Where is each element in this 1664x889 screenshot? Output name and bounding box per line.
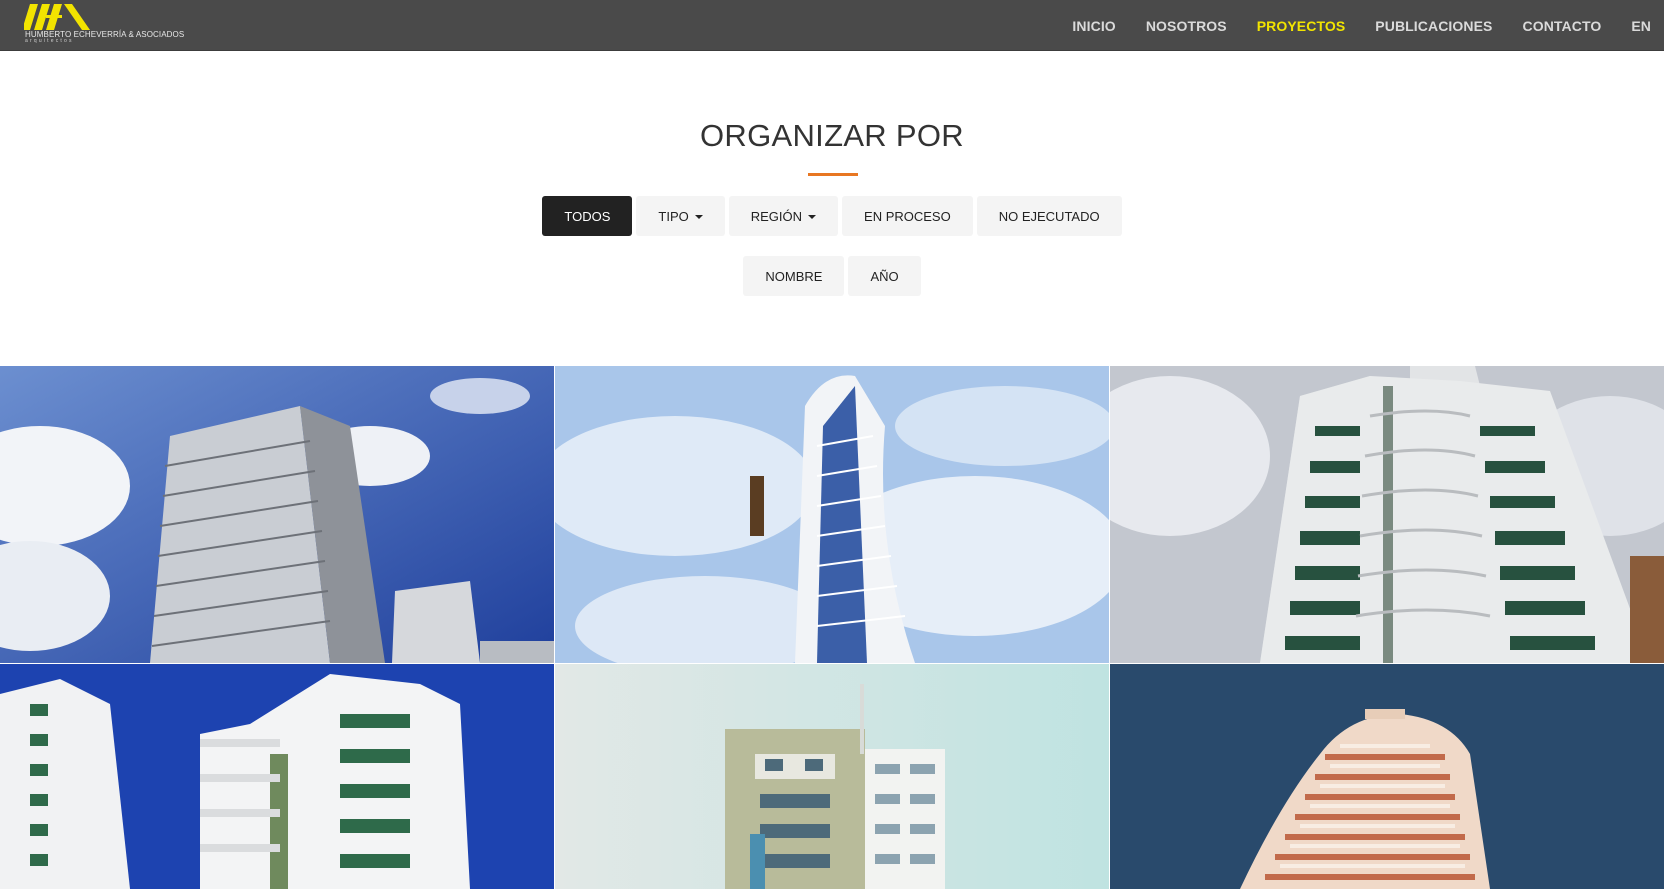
caret-down-icon — [694, 215, 703, 219]
navbar: HUMBERTO ECHEVERRÍA & ASOCIADOS arquitec… — [0, 0, 1664, 51]
project-tile[interactable] — [555, 664, 1109, 889]
sort-nombre-button[interactable]: NOMBRE — [743, 256, 845, 296]
filter-bar: TODOS TIPO REGIÓN EN PROCESO NO EJECUTAD… — [0, 196, 1664, 236]
project-tile[interactable] — [555, 366, 1109, 663]
project-tile[interactable] — [0, 366, 554, 663]
logo-icon — [24, 4, 90, 30]
tower-photo-6 — [1110, 664, 1664, 889]
filter-en-proceso-button[interactable]: EN PROCESO — [842, 196, 973, 236]
sort-bar: NOMBRE AÑO — [0, 256, 1664, 296]
sort-anio-button[interactable]: AÑO — [848, 256, 921, 296]
filter-todos-button[interactable]: TODOS — [542, 196, 633, 236]
filter-tipo-label: TIPO — [658, 208, 689, 224]
language-switch-en[interactable]: EN — [1631, 18, 1651, 34]
nav-item-proyectos[interactable]: PROYECTOS — [1257, 18, 1346, 34]
tower-photo-3 — [1110, 366, 1664, 663]
main-nav: INICIO NOSOTROS PROYECTOS PUBLICACIONES … — [1042, 0, 1651, 51]
tower-photo-4 — [0, 664, 554, 889]
nav-item-inicio[interactable]: INICIO — [1072, 18, 1115, 34]
nav-item-contacto[interactable]: CONTACTO — [1523, 18, 1602, 34]
brand-subtitle: arquitectos — [25, 38, 74, 44]
brand-logo[interactable]: HUMBERTO ECHEVERRÍA & ASOCIADOS arquitec… — [24, 4, 184, 46]
filter-no-ejecutado-button[interactable]: NO EJECUTADO — [976, 196, 1122, 236]
tower-photo-5 — [555, 664, 1109, 889]
project-tile[interactable] — [1110, 366, 1664, 663]
filter-tipo-dropdown[interactable]: TIPO — [636, 196, 725, 236]
filter-region-label: REGIÓN — [750, 208, 803, 224]
nav-item-publicaciones[interactable]: PUBLICACIONES — [1375, 18, 1492, 34]
project-tile[interactable] — [1110, 664, 1664, 889]
section-title: ORGANIZAR POR — [700, 118, 964, 153]
filter-region-dropdown[interactable]: REGIÓN — [728, 196, 839, 236]
title-underline — [808, 173, 858, 176]
nav-item-nosotros[interactable]: NOSOTROS — [1146, 18, 1227, 34]
tower-photo-1 — [0, 366, 554, 663]
project-tile[interactable] — [0, 664, 554, 889]
caret-down-icon — [808, 215, 817, 219]
tower-photo-2 — [555, 366, 1109, 663]
project-grid — [0, 366, 1664, 889]
